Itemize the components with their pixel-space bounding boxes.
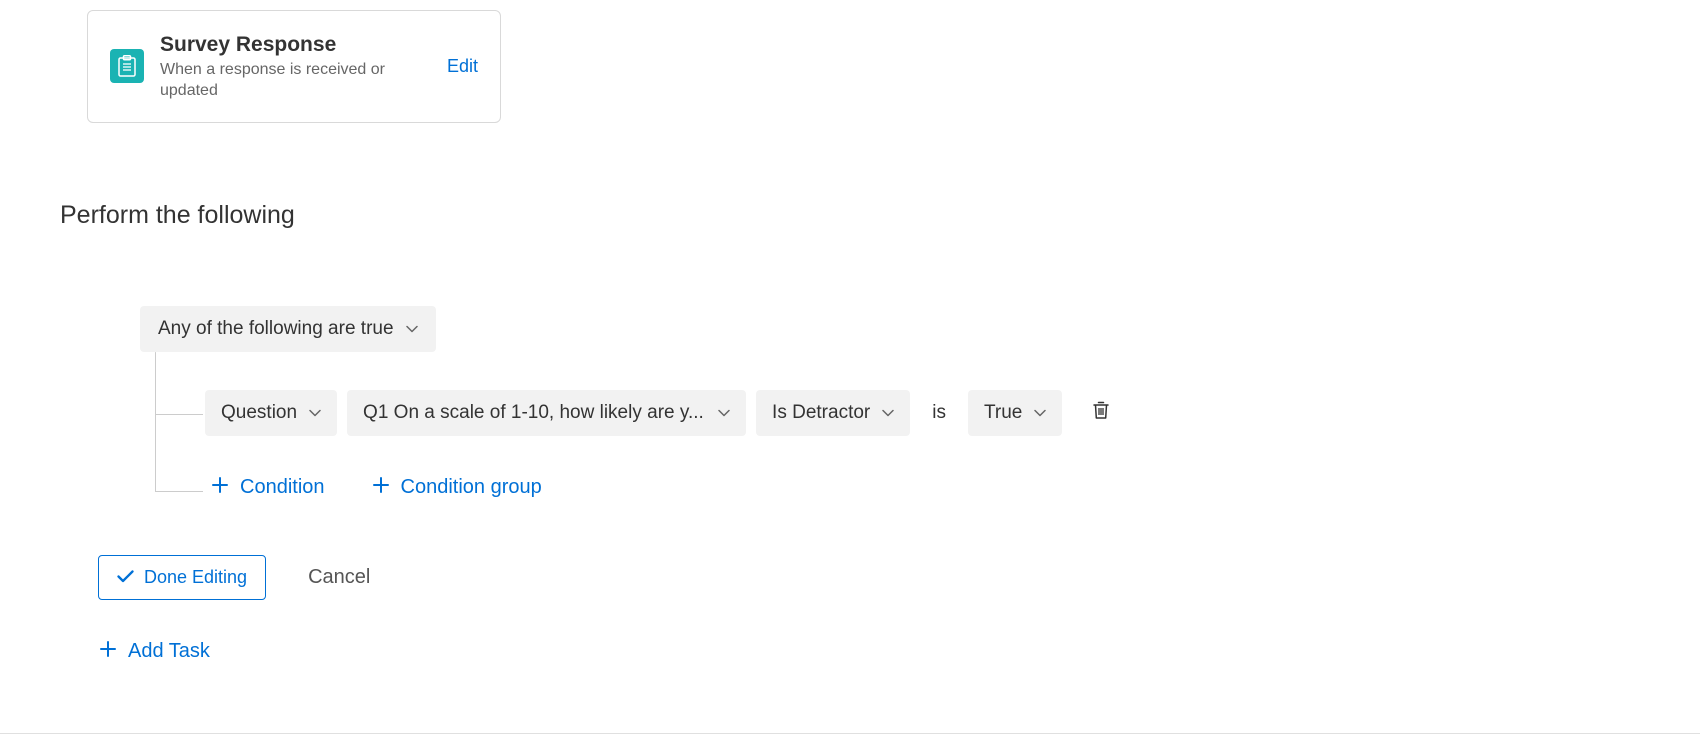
- value-label: True: [984, 402, 1022, 424]
- chevron-down-icon: [882, 409, 894, 417]
- tree-line: [155, 491, 203, 492]
- check-icon: [117, 567, 134, 588]
- add-condition-group-label: Condition group: [401, 476, 542, 499]
- operator-select[interactable]: Is Detractor: [756, 390, 910, 436]
- plus-icon: [373, 476, 389, 499]
- operator-label: Is Detractor: [772, 402, 870, 424]
- condition-area: Question Q1 On a scale of 1-10, how like…: [155, 352, 1640, 499]
- tree-line: [155, 414, 203, 415]
- section-heading: Perform the following: [60, 201, 1640, 230]
- delete-condition-button[interactable]: [1084, 394, 1118, 431]
- field-type-label: Question: [221, 402, 297, 424]
- tree-line: [155, 352, 156, 492]
- field-type-select[interactable]: Question: [205, 390, 337, 436]
- done-editing-label: Done Editing: [144, 567, 247, 588]
- chevron-down-icon: [309, 409, 321, 417]
- add-task-button[interactable]: Add Task: [100, 640, 210, 663]
- plus-icon: [100, 640, 116, 663]
- logic-mode-label: Any of the following are true: [158, 318, 394, 340]
- done-editing-button[interactable]: Done Editing: [98, 555, 266, 600]
- value-select[interactable]: True: [968, 390, 1062, 436]
- trigger-card: Survey Response When a response is recei…: [87, 10, 501, 123]
- cancel-button[interactable]: Cancel: [308, 566, 370, 589]
- trigger-text-block: Survey Response When a response is recei…: [160, 31, 431, 102]
- trigger-title: Survey Response: [160, 31, 431, 58]
- plus-icon: [212, 476, 228, 499]
- trigger-subtitle: When a response is received or updated: [160, 60, 431, 102]
- footer-row: Done Editing Cancel: [98, 555, 1640, 600]
- question-label: Q1 On a scale of 1-10, how likely are y.…: [363, 402, 704, 424]
- add-task-label: Add Task: [128, 640, 210, 663]
- chevron-down-icon: [718, 409, 730, 417]
- is-text: is: [920, 402, 958, 424]
- add-condition-row: Condition Condition group: [212, 476, 1640, 499]
- edit-trigger-link[interactable]: Edit: [447, 56, 478, 77]
- question-select[interactable]: Q1 On a scale of 1-10, how likely are y.…: [347, 390, 746, 436]
- trash-icon: [1092, 400, 1110, 425]
- chevron-down-icon: [1034, 409, 1046, 417]
- condition-row: Question Q1 On a scale of 1-10, how like…: [205, 352, 1640, 436]
- clipboard-icon: [110, 49, 144, 83]
- add-condition-button[interactable]: Condition: [212, 476, 325, 499]
- add-condition-label: Condition: [240, 476, 325, 499]
- logic-mode-select[interactable]: Any of the following are true: [140, 306, 436, 352]
- add-condition-group-button[interactable]: Condition group: [373, 476, 542, 499]
- chevron-down-icon: [406, 325, 418, 333]
